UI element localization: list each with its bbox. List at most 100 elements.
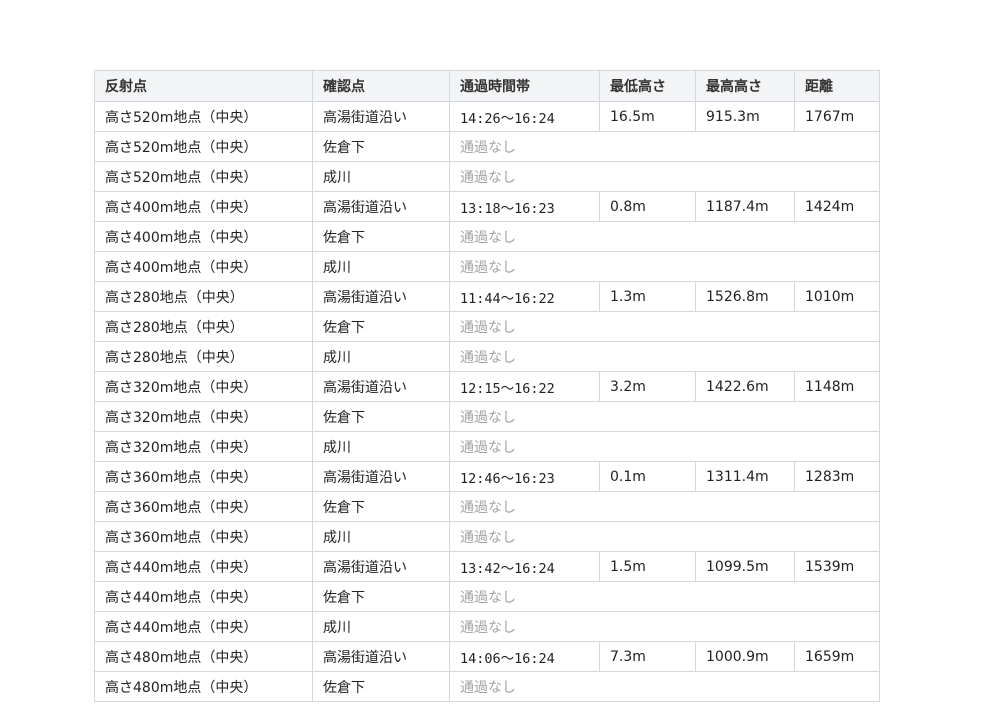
cell-time-range: 13:18〜16:23 [449, 191, 600, 222]
cell-max-height: 1311.4m [695, 461, 795, 492]
table-row: 高さ320m地点（中央） 成川 通過なし [94, 431, 880, 462]
cell-check-point: 成川 [312, 611, 450, 642]
cell-no-pass: 通過なし [449, 341, 880, 372]
table-container: 反射点 確認点 通過時間帯 最低高さ 最高高さ 距離 高さ520m地点（中央）高… [94, 70, 880, 702]
cell-check-point: 高湯街道沿い [312, 461, 450, 492]
table-row: 高さ360m地点（中央） 佐倉下 通過なし [94, 491, 880, 522]
header-distance: 距離 [794, 70, 880, 102]
header-max-height: 最高高さ [695, 70, 795, 102]
cell-min-height: 16.5m [599, 101, 696, 132]
cell-check-point: 佐倉下 [312, 221, 450, 252]
cell-reflection-point: 高さ280地点（中央） [94, 311, 313, 342]
cell-min-height: 1.5m [599, 551, 696, 582]
cell-check-point: 高湯街道沿い [312, 191, 450, 222]
cell-distance: 1148m [794, 371, 880, 402]
cell-max-height: 1526.8m [695, 281, 795, 312]
cell-time-range: 14:06〜16:24 [449, 641, 600, 672]
cell-distance: 1424m [794, 191, 880, 222]
cell-max-height: 1099.5m [695, 551, 795, 582]
table-row: 高さ360m地点（中央） 成川 通過なし [94, 521, 880, 552]
table-row: 高さ520m地点（中央） 高湯街道沿い 14:26〜16:24 16.5m 915.3m… [94, 101, 880, 132]
cell-min-height: 3.2m [599, 371, 696, 402]
cell-no-pass: 通過なし [449, 221, 880, 252]
cell-reflection-point: 高さ400m地点（中央） [94, 191, 313, 222]
cell-no-pass: 通過なし [449, 311, 880, 342]
cell-reflection-point: 高さ400m地点（中央） [94, 221, 313, 252]
cell-check-point: 成川 [312, 341, 450, 372]
cell-no-pass: 通過なし [449, 161, 880, 192]
cell-check-point: 高湯街道沿い [312, 101, 450, 132]
cell-time-range: 14:26〜16:24 [449, 101, 600, 132]
header-row: 反射点 確認点 通過時間帯 最低高さ 最高高さ 距離 [94, 70, 880, 102]
table-row: 高さ360m地点（中央） 高湯街道沿い 12:46〜16:23 0.1m 1311.4m… [94, 461, 880, 492]
cell-max-height: 1187.4m [695, 191, 795, 222]
cell-check-point: 高湯街道沿い [312, 371, 450, 402]
table-row: 高さ440m地点（中央） 高湯街道沿い 13:42〜16:24 1.5m 1099.5m… [94, 551, 880, 582]
cell-no-pass: 通過なし [449, 611, 880, 642]
cell-check-point: 成川 [312, 161, 450, 192]
cell-distance: 1767m [794, 101, 880, 132]
cell-reflection-point: 高さ440m地点（中央） [94, 551, 313, 582]
reflection-table: 反射点 確認点 通過時間帯 最低高さ 最高高さ 距離 高さ520m地点（中央）高… [94, 70, 880, 702]
table-row: 高さ440m地点（中央） 佐倉下 通過なし [94, 581, 880, 612]
table-row: 高さ320m地点（中央） 佐倉下 通過なし [94, 401, 880, 432]
cell-check-point: 成川 [312, 251, 450, 282]
cell-no-pass: 通過なし [449, 401, 880, 432]
header-min-height: 最低高さ [599, 70, 696, 102]
cell-no-pass: 通過なし [449, 251, 880, 282]
cell-reflection-point: 高さ320m地点（中央） [94, 431, 313, 462]
table-row: 高さ520m地点（中央） 佐倉下 通過なし [94, 131, 880, 162]
table-row: 高さ480m地点（中央） 高湯街道沿い 14:06〜16:24 7.3m 1000.9m… [94, 641, 880, 672]
cell-check-point: 高湯街道沿い [312, 281, 450, 312]
cell-reflection-point: 高さ440m地点（中央） [94, 581, 313, 612]
table-row: 高さ280地点（中央） 成川 通過なし [94, 341, 880, 372]
cell-reflection-point: 高さ360m地点（中央） [94, 491, 313, 522]
cell-max-height: 915.3m [695, 101, 795, 132]
cell-reflection-point: 高さ520m地点（中央） [94, 101, 313, 132]
cell-max-height: 1422.6m [695, 371, 795, 402]
table-row: 高さ400m地点（中央） 成川 通過なし [94, 251, 880, 282]
table-header: 反射点 確認点 通過時間帯 最低高さ 最高高さ 距離 [94, 70, 880, 102]
cell-min-height: 0.1m [599, 461, 696, 492]
cell-check-point: 佐倉下 [312, 401, 450, 432]
cell-check-point: 高湯街道沿い [312, 551, 450, 582]
cell-check-point: 高湯街道沿い [312, 641, 450, 672]
header-check-point: 確認点 [312, 70, 450, 102]
cell-distance: 1539m [794, 551, 880, 582]
cell-reflection-point: 高さ480m地点（中央） [94, 641, 313, 672]
table-row: 高さ280地点（中央） 高湯街道沿い 11:44〜16:22 1.3m 1526.8m 1… [94, 281, 880, 312]
cell-reflection-point: 高さ520m地点（中央） [94, 161, 313, 192]
cell-min-height: 0.8m [599, 191, 696, 222]
cell-no-pass: 通過なし [449, 491, 880, 522]
cell-reflection-point: 高さ280地点（中央） [94, 281, 313, 312]
header-time-range: 通過時間帯 [449, 70, 600, 102]
cell-time-range: 12:15〜16:22 [449, 371, 600, 402]
cell-min-height: 1.3m [599, 281, 696, 312]
table-row: 高さ400m地点（中央） 佐倉下 通過なし [94, 221, 880, 252]
cell-distance: 1659m [794, 641, 880, 672]
cell-reflection-point: 高さ440m地点（中央） [94, 611, 313, 642]
cell-no-pass: 通過なし [449, 671, 880, 702]
cell-check-point: 佐倉下 [312, 311, 450, 342]
table-body: 高さ520m地点（中央） 高湯街道沿い 14:26〜16:24 16.5m 915.3m… [94, 101, 880, 702]
cell-reflection-point: 高さ400m地点（中央） [94, 251, 313, 282]
table-row: 高さ280地点（中央） 佐倉下 通過なし [94, 311, 880, 342]
cell-no-pass: 通過なし [449, 131, 880, 162]
cell-check-point: 佐倉下 [312, 671, 450, 702]
cell-check-point: 佐倉下 [312, 131, 450, 162]
cell-no-pass: 通過なし [449, 581, 880, 612]
cell-check-point: 佐倉下 [312, 491, 450, 522]
table-row: 高さ520m地点（中央） 成川 通過なし [94, 161, 880, 192]
cell-reflection-point: 高さ360m地点（中央） [94, 461, 313, 492]
cell-no-pass: 通過なし [449, 521, 880, 552]
cell-check-point: 成川 [312, 521, 450, 552]
table-row: 高さ440m地点（中央） 成川 通過なし [94, 611, 880, 642]
cell-time-range: 11:44〜16:22 [449, 281, 600, 312]
cell-time-range: 13:42〜16:24 [449, 551, 600, 582]
cell-reflection-point: 高さ520m地点（中央） [94, 131, 313, 162]
cell-max-height: 1000.9m [695, 641, 795, 672]
cell-time-range: 12:46〜16:23 [449, 461, 600, 492]
header-reflection-point: 反射点 [94, 70, 313, 102]
cell-reflection-point: 高さ360m地点（中央） [94, 521, 313, 552]
cell-min-height: 7.3m [599, 641, 696, 672]
